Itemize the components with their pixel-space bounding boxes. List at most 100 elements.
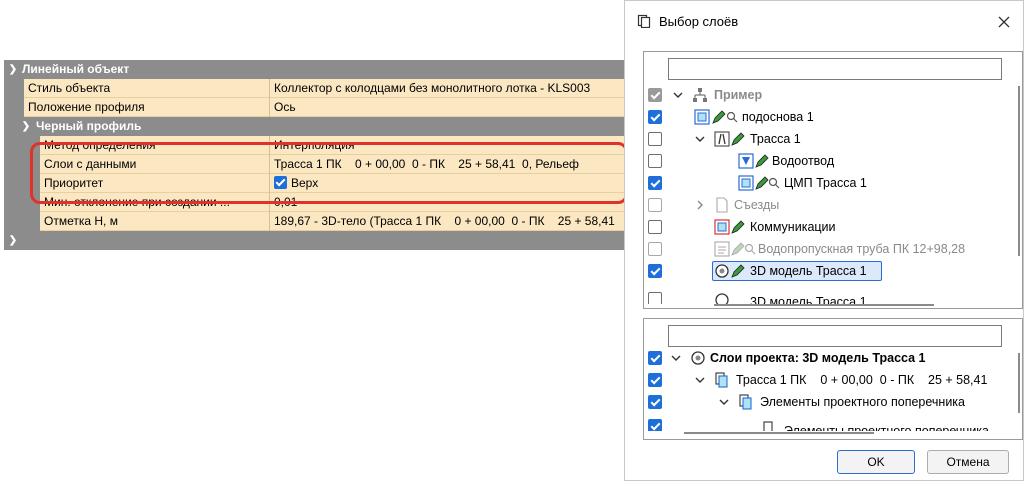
tree-row-route[interactable]: Трасса 1	[644, 128, 1004, 150]
layer-filter-input[interactable]	[668, 58, 1002, 80]
row-margin	[4, 212, 40, 231]
row-margin	[4, 79, 24, 98]
tree-label: 3D модель Трасса 1	[750, 295, 867, 304]
tree-label: ЦМП Трасса 1	[784, 176, 867, 190]
chevron-right-icon[interactable]	[694, 199, 706, 211]
horizontal-scrollbar[interactable]	[684, 432, 874, 434]
tree-row-project-layers[interactable]: Слои проекта: 3D модель Трасса 1	[644, 347, 1004, 369]
layers-icon	[739, 394, 752, 410]
dialog-title-bar[interactable]: Выбор слоёв	[625, 1, 1023, 43]
tree-row-cross-section-partial[interactable]: Элементы проектного поперечника	[644, 413, 1004, 431]
tree-checkbox[interactable]	[648, 110, 662, 124]
utilities-icon	[714, 219, 730, 235]
chevron-down-icon[interactable]: ❯	[7, 231, 19, 250]
property-value[interactable]: Ось	[270, 98, 630, 117]
tree-row-example[interactable]: Пример	[644, 84, 1004, 106]
tree-row-route-range[interactable]: Трасса 1 ПК 0 + 00,00 0 - ПК 25 + 58,41	[644, 369, 1004, 391]
tree-row-3d-model[interactable]: 3D модель Трасса 1	[644, 260, 1004, 282]
tree-checkbox[interactable]	[648, 395, 662, 409]
property-row-profile-position[interactable]: Положение профиля Ось	[4, 98, 630, 117]
vertical-scrollbar[interactable]	[1018, 353, 1020, 413]
layers-icon	[715, 372, 728, 388]
tree-checkbox[interactable]	[648, 132, 662, 146]
tree-label: Элементы проектного поперечника	[784, 424, 989, 431]
layer-tree-panel[interactable]: Пример подоснова 1 Трасса 1 Водоотвод ЦМ…	[643, 51, 1023, 309]
property-value[interactable]: 189,67 - 3D-тело (Трасса 1 ПК 0 + 00,00 …	[270, 212, 630, 231]
tree-checkbox[interactable]	[648, 220, 662, 234]
search-icon[interactable]	[766, 175, 782, 191]
3d-model-icon	[691, 351, 705, 365]
category-label: Линейный объект	[22, 62, 130, 76]
3d-model-icon	[715, 264, 729, 278]
annotation-highlight	[30, 142, 628, 204]
tree-row-culvert[interactable]: Водопропускная труба ПК 12+98,28	[644, 238, 1004, 260]
tree-label: Пример	[714, 88, 763, 102]
tree-checkbox[interactable]	[648, 351, 662, 365]
layers-window-icon	[637, 14, 651, 28]
tree-checkbox[interactable]	[648, 154, 662, 168]
category-label: Черный профиль	[36, 119, 142, 133]
chevron-down-icon[interactable]	[672, 89, 684, 101]
search-icon[interactable]	[724, 109, 740, 125]
culvert-icon	[714, 241, 730, 257]
tree-checkbox[interactable]	[648, 88, 662, 102]
hierarchy-icon	[693, 88, 707, 102]
tree-label: Коммуникации	[750, 220, 836, 234]
edit-icon[interactable]	[730, 219, 746, 235]
cancel-button[interactable]: Отмена	[927, 450, 1009, 474]
property-row-style[interactable]: Стиль объекта Коллектор с колодцами без …	[4, 79, 630, 98]
project-layers-panel[interactable]: Слои проекта: 3D модель Трасса 1 Трасса …	[643, 318, 1023, 440]
category-black-profile[interactable]: ❯ Черный профиль	[4, 117, 630, 136]
chevron-down-icon[interactable]	[694, 133, 706, 145]
vertical-scrollbar[interactable]	[1018, 86, 1020, 256]
horizontal-scrollbar[interactable]	[714, 304, 934, 306]
tree-row-exits[interactable]: Съезды	[644, 194, 1004, 216]
tree-label: 3D модель Трасса 1	[750, 264, 867, 278]
property-row-mark[interactable]: Отметка H, м 189,67 - 3D-тело (Трасса 1 …	[4, 212, 630, 231]
tree-row-dtm-route[interactable]: ЦМП Трасса 1	[644, 172, 1004, 194]
layer-selection-dialog: Выбор слоёв Пример подоснова 1 Трасса 1 …	[624, 0, 1024, 481]
edit-icon[interactable]	[730, 131, 746, 147]
ok-button[interactable]: OK	[837, 450, 915, 474]
search-icon[interactable]	[742, 241, 758, 257]
property-name: Отметка H, м	[44, 214, 118, 228]
category-collapsed[interactable]: ❯	[4, 231, 630, 250]
chevron-down-icon[interactable]: ❯	[7, 60, 19, 79]
category-linear-object[interactable]: ❯ Линейный объект	[4, 60, 630, 79]
drainage-icon	[738, 153, 754, 169]
edit-icon[interactable]	[754, 153, 770, 169]
tree-checkbox[interactable]	[648, 176, 662, 190]
3d-model-icon	[715, 293, 729, 304]
layers-icon	[763, 421, 773, 431]
tree-row-cross-section-elements[interactable]: Элементы проектного поперечника	[644, 391, 1004, 413]
tree-row-3d-model-partial[interactable]: 3D модель Трасса 1	[644, 282, 1004, 304]
tree-checkbox[interactable]	[648, 264, 662, 278]
chevron-down-icon[interactable]	[694, 374, 706, 386]
tree-label: Элементы проектного поперечника	[760, 395, 965, 409]
chevron-down-icon[interactable]: ❯	[20, 117, 32, 136]
property-value[interactable]: Коллектор с колодцами без монолитного ло…	[270, 79, 630, 98]
project-layer-filter-input[interactable]	[668, 325, 1002, 347]
document-icon	[716, 197, 728, 213]
tree-row-base-layer[interactable]: подоснова 1	[644, 106, 1004, 128]
route-icon	[714, 131, 730, 147]
row-margin	[4, 98, 24, 117]
tree-row-drainage[interactable]: Водоотвод	[644, 150, 1004, 172]
layer-icon	[694, 109, 710, 125]
property-name: Положение профиля	[28, 100, 145, 114]
chevron-down-icon[interactable]	[670, 352, 682, 364]
tree-row-utilities[interactable]: Коммуникации	[644, 216, 1004, 238]
tree-checkbox[interactable]	[648, 292, 662, 304]
tree-label: Трасса 1	[750, 132, 801, 146]
chevron-down-icon[interactable]	[718, 396, 730, 408]
tree-checkbox[interactable]	[648, 419, 662, 431]
dialog-title: Выбор слоёв	[659, 14, 739, 29]
property-name: Стиль объекта	[28, 81, 111, 95]
close-button[interactable]	[991, 9, 1017, 35]
edit-icon[interactable]	[730, 263, 746, 279]
tree-checkbox[interactable]	[648, 242, 662, 256]
tree-checkbox[interactable]	[648, 198, 662, 212]
tree-label: Водоотвод	[772, 154, 835, 168]
close-icon	[998, 16, 1010, 28]
tree-checkbox[interactable]	[648, 373, 662, 387]
